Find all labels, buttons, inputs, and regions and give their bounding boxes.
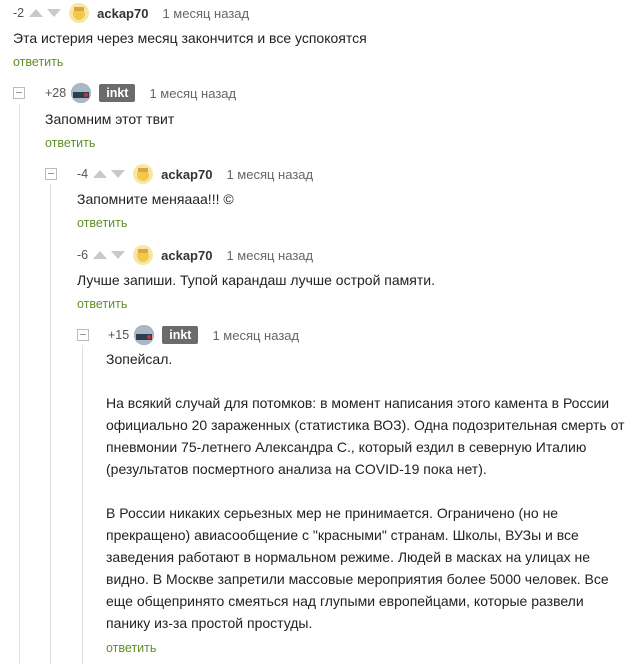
upvote-icon[interactable] — [93, 170, 108, 178]
comment-text-block: Зопейсал. На всякий случай для потомков:… — [106, 348, 625, 634]
comment-line: еще общепринято смеяться над глупыми евр… — [106, 593, 584, 609]
downvote-icon[interactable] — [111, 170, 126, 178]
comment-line: пневмонии 75-летнего Александра С., кото… — [106, 439, 587, 455]
avatar-icon — [134, 325, 155, 345]
comment-time[interactable]: 1 месяц назад — [226, 248, 313, 263]
comment-rating: -2 — [13, 6, 25, 20]
reply-link[interactable]: ответить — [106, 641, 156, 655]
comment-rating: +15 — [108, 328, 130, 342]
comment-line — [106, 480, 625, 502]
thread-line-level1 — [19, 104, 20, 664]
avatar[interactable] — [133, 164, 154, 184]
avatar-icon — [71, 83, 92, 103]
comment-text: Запомним этот твит — [45, 111, 175, 127]
collapse-icon[interactable] — [77, 329, 89, 341]
author-name[interactable]: ackap70 — [97, 6, 148, 21]
comment-line — [106, 370, 625, 392]
comment-line: На всякий случай для потомков: в момент … — [106, 395, 610, 411]
reply-link[interactable]: ответить — [45, 136, 95, 150]
comment-header: +28 inkt 1 месяц назад — [45, 82, 236, 104]
author-badge[interactable]: inkt — [99, 84, 136, 102]
avatar[interactable] — [133, 245, 154, 265]
comment-header: -2 ackap70 1 месяц назад — [13, 2, 249, 24]
comment-line: Зопейсал. — [106, 351, 173, 367]
comment-time[interactable]: 1 месяц назад — [226, 167, 313, 182]
comment-text: Лучше запиши. Тупой карандаш лучше остро… — [77, 272, 435, 288]
author-name[interactable]: ackap70 — [161, 167, 212, 182]
upvote-icon[interactable] — [93, 251, 108, 259]
author-name[interactable]: ackap70 — [161, 248, 212, 263]
avatar-icon — [73, 7, 86, 20]
comment-rating: -6 — [77, 248, 89, 262]
comment-header: -4 ackap70 1 месяц назад — [77, 163, 313, 185]
avatar-icon — [137, 168, 150, 181]
comment-rating: -4 — [77, 167, 89, 181]
avatar[interactable] — [69, 3, 90, 23]
downvote-icon[interactable] — [47, 9, 62, 17]
comment-header: -6 ackap70 1 месяц назад — [77, 244, 313, 266]
comment-rating: +28 — [45, 86, 67, 100]
upvote-icon[interactable] — [29, 9, 44, 17]
avatar[interactable] — [134, 325, 155, 345]
avatar[interactable] — [71, 83, 92, 103]
reply-link[interactable]: ответить — [13, 55, 63, 69]
comment-line: заведения работают в нормальном режиме. … — [106, 549, 591, 565]
reply-link[interactable]: ответить — [77, 297, 127, 311]
comment-line: прекращено) авиасообщение с "красными" с… — [106, 527, 579, 543]
author-badge[interactable]: inkt — [162, 326, 199, 344]
comment-time[interactable]: 1 месяц назад — [149, 86, 236, 101]
comment-header: +15 inkt 1 месяц назад — [108, 324, 299, 346]
comment-line: (результатов посмертного анализа на COVI… — [106, 461, 487, 477]
comment-time[interactable]: 1 месяц назад — [212, 328, 299, 343]
comment-time[interactable]: 1 месяц назад — [162, 6, 249, 21]
comment-line: официально 20 зараженных (статистика ВОЗ… — [106, 417, 625, 433]
collapse-icon[interactable] — [45, 168, 57, 180]
comment-text: Запомните меняааа!!! © — [77, 191, 234, 207]
collapse-icon[interactable] — [13, 87, 25, 99]
comment-line: В России никаких серьезных мер не приним… — [106, 505, 559, 521]
comment-line: видно. В Москве запретили массовые мероп… — [106, 571, 609, 587]
thread-line-level2 — [50, 184, 51, 664]
comment-line: панику из-за простой простуды. — [106, 615, 313, 631]
comment-text: Эта истерия через месяц закончится и все… — [13, 30, 367, 46]
reply-link[interactable]: ответить — [77, 216, 127, 230]
downvote-icon[interactable] — [111, 251, 126, 259]
avatar-icon — [137, 249, 150, 262]
thread-line-level4 — [82, 345, 83, 664]
